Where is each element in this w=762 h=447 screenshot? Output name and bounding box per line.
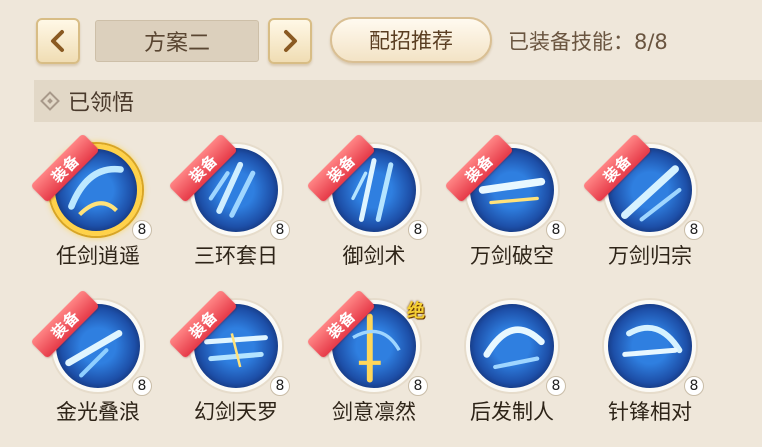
level-badge: 8 — [408, 376, 428, 396]
level-badge: 8 — [270, 376, 290, 396]
skill-item[interactable]: 装备 8 三环套日 — [152, 133, 292, 270]
parry-sword-icon — [604, 300, 696, 392]
level-badge: 8 — [684, 220, 704, 240]
level-badge: 8 — [546, 376, 566, 396]
counter-strike-icon — [466, 300, 558, 392]
diamond-icon — [40, 91, 60, 111]
section-header: 已领悟 — [34, 80, 762, 122]
prev-plan-button[interactable] — [36, 18, 80, 64]
section-title: 已领悟 — [68, 91, 135, 116]
skill-item[interactable]: 装备 8 万剑破空 — [428, 133, 568, 270]
skill-item[interactable]: 8 针锋相对 — [566, 296, 706, 426]
skill-item[interactable]: 装备 8 幻剑天罗 — [152, 289, 292, 426]
level-badge: 8 — [132, 220, 152, 240]
skill-item[interactable]: 装备 8 御剑术 — [290, 133, 430, 270]
level-badge: 8 — [546, 220, 566, 240]
level-badge: 8 — [132, 376, 152, 396]
next-plan-button[interactable] — [268, 18, 312, 64]
level-badge: 8 — [270, 220, 290, 240]
level-badge: 8 — [684, 376, 704, 396]
skill-item[interactable]: 装备 8 任剑逍遥 — [14, 133, 154, 270]
skill-item[interactable]: 装备 8 万剑归宗 — [566, 133, 706, 270]
skill-name: 万剑归宗 — [608, 244, 692, 268]
level-badge: 8 — [408, 220, 428, 240]
chevron-left-icon — [51, 30, 64, 52]
skill-item[interactable]: 8 后发制人 — [428, 296, 568, 426]
chevron-right-icon — [284, 30, 297, 52]
skill-item[interactable]: 装备 8 金光叠浪 — [14, 289, 154, 426]
recommend-button[interactable]: 配招推荐 — [330, 17, 492, 63]
skill-name: 针锋相对 — [608, 400, 692, 424]
top-toolbar: 方案二 配招推荐 已装备技能：8/8 — [0, 0, 762, 80]
plan-name: 方案二 — [95, 20, 259, 62]
ultimate-badge: 绝 — [407, 301, 425, 322]
skill-item[interactable]: 装备 绝 8 剑意凛然 — [290, 289, 430, 426]
equipped-count-label: 已装备技能：8/8 — [508, 30, 668, 54]
